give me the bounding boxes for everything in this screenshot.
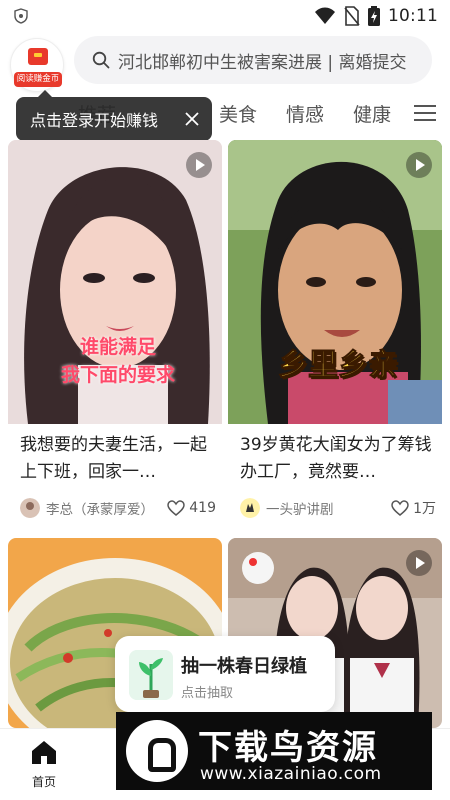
wifi-icon [315,7,335,24]
nav-home[interactable]: 首页 [16,739,72,795]
wallet-icon [28,48,48,65]
author-name[interactable]: 一头驴讲剧 [266,498,334,518]
like-button[interactable]: 1万 [391,498,436,518]
heart-icon [167,500,186,516]
watermark-title: 下载鸟资源 [198,728,378,768]
watermark-logo-icon [126,720,188,782]
status-bar: 10:11 [0,0,450,32]
play-icon [186,152,212,178]
play-icon [406,550,432,576]
thumbnail-caption-line1: 谁能满足 [79,336,156,358]
close-icon[interactable] [184,111,200,127]
watermark-url: www.xiazainiao.com [200,764,382,784]
promo-subtitle: 点击抽取 [181,686,234,701]
menu-icon[interactable] [414,104,436,122]
thumbnail-caption-line2: 我下面的要求 [60,364,175,386]
search-hint: 河北邯郸初中生被害案进展 | 离婚提交 [118,52,407,73]
nav-home-label: 首页 [31,775,56,789]
home-icon [32,741,56,764]
card-title[interactable]: 我想要的夫妻生活，一起上下班，回家一… [20,432,214,486]
tab-health[interactable]: 健康 [353,100,391,127]
no-sim-icon [344,6,360,26]
card-meta: 一头驴讲剧 1万 [240,496,436,520]
card-meta: 李总（承蒙厚爱） 419 [20,496,216,520]
avatar[interactable] [240,498,260,518]
like-count: 1万 [413,501,436,517]
tab-food[interactable]: 美食 [219,100,257,127]
thumbnail-caption: 乡里乡亲 [278,348,399,384]
heart-icon [391,500,409,516]
like-count: 419 [189,500,216,516]
video-card[interactable]: 乡里乡亲 39岁黄花大闺女为了筹钱办工厂，竟然要… 一头驴讲剧 1万 [228,140,442,524]
play-icon [406,152,432,178]
login-tooltip-text: 点击登录开始赚钱 [30,111,159,130]
plant-icon [129,650,173,700]
search-icon [92,51,110,69]
promo-popup[interactable]: 抽一株春日绿植 点击抽取 [115,636,335,712]
watermark: 下载鸟资源 www.xiazainiao.com [116,712,432,790]
shield-icon [14,8,28,24]
status-time: 10:11 [388,6,438,26]
tab-emotion[interactable]: 情感 [286,100,324,127]
coin-badge-label: 阅读赚金币 [14,72,62,87]
search-bar[interactable]: 河北邯郸初中生被害案进展 | 离婚提交 [74,36,432,84]
like-button[interactable]: 419 [167,500,216,516]
author-name[interactable]: 李总（承蒙厚爱） [46,498,154,518]
battery-icon [368,6,380,26]
promo-title: 抽一株春日绿植 [181,656,307,677]
card-title[interactable]: 39岁黄花大闺女为了筹钱办工厂，竟然要… [240,432,434,486]
login-tooltip[interactable]: 点击登录开始赚钱 [16,90,212,141]
video-thumbnail: 乡里乡亲 [228,140,442,424]
avatar[interactable] [20,498,40,518]
read-earn-coins-button[interactable]: 阅读赚金币 [10,38,64,92]
video-thumbnail: 谁能满足 我下面的要求 [8,140,222,424]
video-card[interactable]: 谁能满足 我下面的要求 我想要的夫妻生活，一起上下班，回家一… 李总（承蒙厚爱）… [8,140,222,524]
